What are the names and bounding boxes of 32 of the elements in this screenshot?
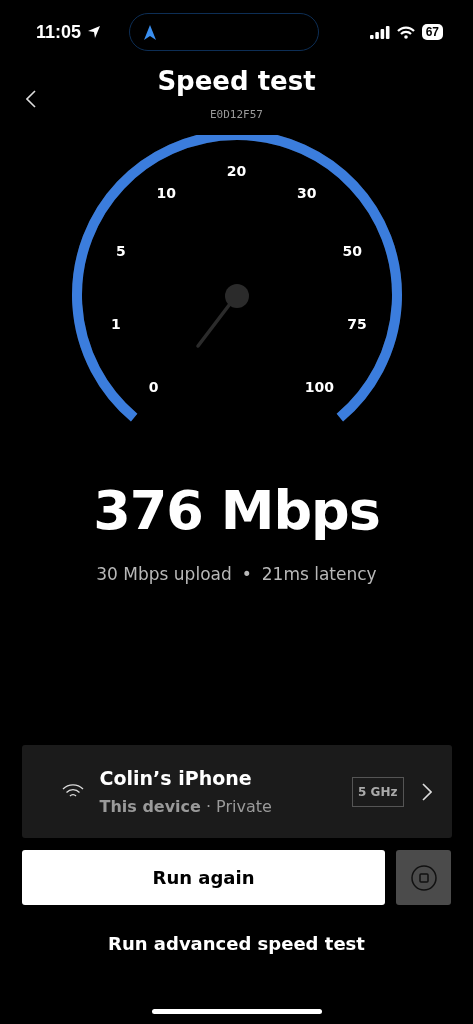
gauge-tick-label: 10 [156, 184, 177, 201]
latency: 21ms latency [261, 564, 377, 584]
gauge-tick-label: 30 [297, 184, 317, 201]
status-time: 11:05 [36, 21, 82, 43]
navigation-arrow-icon [144, 24, 157, 40]
band-badge: 5 GHz [352, 776, 404, 807]
network-card[interactable]: Colin’s iPhone This device · Private 5 GHz [21, 745, 452, 838]
device-id: E0D12F57 [210, 108, 263, 121]
chevron-right-icon [421, 782, 432, 801]
network-type: Private [216, 797, 272, 816]
page-title: Speed test [157, 66, 316, 96]
advanced-test-link[interactable]: Run advanced speed test [108, 933, 365, 954]
gauge-tick-label: 50 [342, 242, 363, 259]
battery-level: 67 [421, 24, 443, 40]
device-label: This device [99, 797, 201, 816]
run-again-button[interactable]: Run again [22, 850, 385, 905]
separator-dot: · [205, 797, 212, 816]
location-arrow-icon [87, 25, 102, 39]
gauge-tick-label: 0 [148, 379, 159, 396]
back-icon[interactable] [26, 90, 36, 108]
signal-icon [369, 25, 390, 39]
gauge-tick-label: 100 [304, 379, 334, 396]
separator-dot: • [241, 564, 252, 584]
wifi-icon [396, 25, 415, 39]
upload-speed: 30 Mbps upload [96, 564, 232, 584]
gauge-tick-label: 1 [111, 315, 121, 332]
gauge-tick-label: 5 [115, 242, 126, 259]
device-name: Colin’s iPhone [99, 767, 253, 789]
stop-icon [410, 864, 437, 891]
download-speed: 376 Mbps [93, 479, 380, 542]
gauge-tick-label: 75 [347, 316, 367, 333]
gauge-tick-label: 20 [226, 163, 247, 179]
